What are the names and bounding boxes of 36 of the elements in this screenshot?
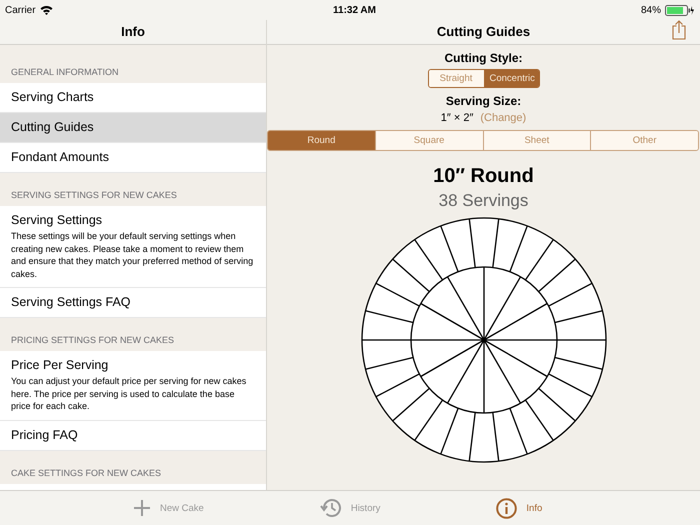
cutting-style-label: Cutting Style: [444,51,522,65]
share-icon[interactable] [672,20,686,40]
shape-tab[interactable]: Other [590,131,698,150]
detail-title: Cutting Guides [436,24,530,39]
shape-tab[interactable]: Sheet [482,131,590,150]
cutting-style-option[interactable]: Concentric [484,70,538,87]
serving-size-value: 1″ × 2″ [440,112,474,124]
sidebar-item[interactable]: Fondant Amounts [0,143,266,173]
cake-title: 10″ Round [433,165,534,188]
sidebar-item[interactable]: Serving Settings FAQ [0,288,266,318]
wifi-icon [40,5,53,15]
sidebar-item[interactable]: Cutting Guides [0,113,266,143]
status-time: 11:32 AM [333,4,376,16]
history-icon [320,498,342,518]
section-header: GENERAL INFORMATION [10,66,120,79]
change-link[interactable]: (Change) [480,112,526,124]
battery-icon [665,4,695,16]
shape-tab[interactable]: Square [374,131,482,150]
tab-bar-item[interactable]: New Cake [130,491,207,525]
plus-icon [133,499,151,517]
tab-bar-item[interactable]: Info [493,491,546,525]
section-header: PRICING SETTINGS FOR NEW CAKES [10,334,176,347]
section-header: SERVING SETTINGS FOR NEW CAKES [10,189,178,202]
sidebar-item[interactable]: Price Per Serving You can adjust your default price per serving for new cakes here. The price per serving is used to calculate the base price for each cake. [0,351,266,420]
info-icon [496,498,518,518]
carrier-label: Carrier [5,4,36,16]
sidebar-title: Info [121,24,145,39]
sidebar-item[interactable]: Serving Settings These settings will be your default serving settings when creating new cakes. Please take a moment to review them and ensure that they match your preferred method of serving cakes. [0,206,266,288]
serving-size-label: Serving Size: [446,94,522,108]
battery-percent: 84% [640,4,661,16]
cutting-style-option[interactable]: Straight [428,70,484,87]
section-header: CAKE SETTINGS FOR NEW CAKES [10,466,162,480]
sidebar-item[interactable]: Pricing FAQ [0,420,266,450]
servings-count: 38 Servings [438,191,528,211]
tab-bar-item[interactable]: History [316,491,384,525]
shape-tab[interactable]: Round [268,131,375,150]
